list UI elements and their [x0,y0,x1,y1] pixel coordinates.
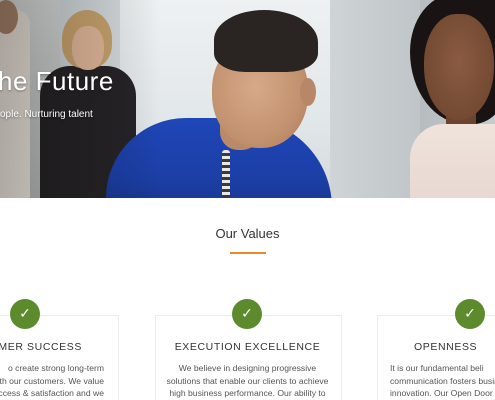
hero-background-pillar [330,0,420,198]
value-card-description: It is our fundamental beli communication… [390,362,495,400]
value-card-description-line: ccess & satisfaction and we [0,388,104,398]
value-card-description-line: communication fosters busin [390,375,495,386]
page: he Future ople. Nurturing talent Our Val… [0,0,495,400]
hero-subtitle: ople. Nurturing talent [0,109,93,120]
check-icon: ✓ [232,299,262,329]
value-card-description-line: o create strong long-term [7,363,104,373]
value-card-description-line: innovation. Our Open Door [390,388,493,398]
hero-person-center-ear [300,78,316,106]
check-icon: ✓ [10,299,40,329]
hero-person-center-hair [214,10,318,72]
hero-person-center-lanyard [222,150,230,198]
value-card-title: EXECUTION EXCELLENCE [174,341,321,353]
hero-person-right-blouse [410,124,495,198]
value-card-title: OPENNESS [414,341,478,353]
hero-title: he Future [0,66,114,96]
value-card-description: o create strong long-term with our custo… [0,362,104,400]
hero-person-right-face [424,14,494,120]
hero-banner: he Future ople. Nurturing talent [0,0,495,198]
value-card-title: OMER SUCCESS [0,341,82,353]
hero-text-overlay [0,0,160,198]
value-card-description-line: high business performance. Our ability t… [169,388,326,398]
values-section-title: Our Values [215,226,280,241]
value-card-description-line: It is our fundamental beli [390,363,484,373]
value-card-description: We believe in designing progressive solu… [155,362,340,400]
value-card-description-line: We believe in designing progressive [178,363,317,373]
check-icon: ✓ [455,299,485,329]
value-card-description-line: solutions that enable our clients to ach… [166,375,329,386]
value-card-description-line: with our customers. We value [0,375,104,386]
values-title-underline [230,252,266,254]
